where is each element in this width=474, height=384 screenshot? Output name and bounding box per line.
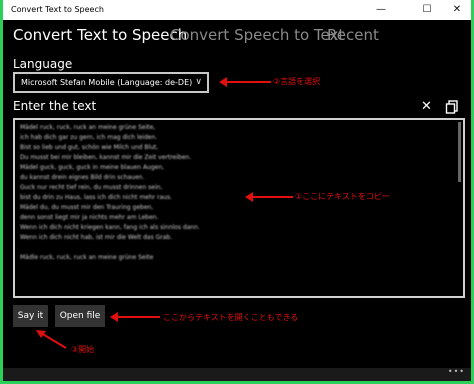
text-line: du kannst drein eignes Bild drin schauen… (20, 174, 145, 181)
text-line: Guck nur recht tief rein, du musst drinn… (20, 184, 163, 191)
text-line: Wenn ich dich nicht hab, ist mir die Wel… (20, 234, 173, 241)
text-line: Bist so lieb und gut, schön wie Milch un… (20, 144, 159, 151)
bottom-app-bar: ••• (3, 367, 471, 381)
annotation-diagonal-arrow (36, 330, 67, 349)
text-line: Mädel du, du musst mir den Trauring gebe… (20, 204, 154, 211)
tab-recent[interactable]: Recent (327, 25, 379, 45)
language-label: Language (13, 57, 73, 71)
tab-convert-speech-to-text[interactable]: Convert Speech to Text (170, 25, 344, 45)
annotation-copy-text: ①ここにテキストをコピー (295, 192, 390, 201)
text-line: Du musst bei mir bleiben, kannst mir die… (20, 154, 192, 161)
open-file-button[interactable]: Open file (55, 305, 105, 327)
annotation-arrow-line (116, 316, 160, 318)
text-line: Mädel ruck, ruck, ruck an meine grüne Se… (20, 124, 156, 131)
maximize-button[interactable]: ☐ (413, 0, 441, 20)
say-it-button[interactable]: Say it (13, 305, 48, 327)
annotation-arrow-line (251, 196, 293, 198)
text-input-area[interactable]: Mädel ruck, ruck, ruck an meine grüne Se… (13, 118, 465, 298)
window-title: Convert Text to Speech (11, 5, 104, 14)
text-line: bist du drin zu Haus, lass ich dich nich… (20, 194, 173, 201)
clear-text-icon[interactable]: ✕ (421, 100, 432, 114)
text-content: Mädel ruck, ruck, ruck an meine grüne Se… (20, 123, 458, 263)
text-line: Mädle ruck, ruck, ruck an meine grüne Se… (20, 254, 154, 261)
annotation-start: ③開始 (71, 345, 95, 354)
chevron-down-icon: ∨ (195, 77, 202, 87)
language-selected-value: Microsoft Stefan Mobile (Language: de-DE… (21, 78, 193, 87)
annotation-arrow-line (225, 81, 271, 83)
text-line (20, 243, 458, 253)
tab-convert-text-to-speech[interactable]: Convert Text to Speech (13, 25, 187, 45)
text-line: denn sonst liegt mir ja nichts mehr am L… (20, 214, 159, 221)
app-window: Convert Text to Speech — ☐ ✕ Convert Tex… (3, 0, 471, 381)
language-dropdown[interactable]: Microsoft Stefan Mobile (Language: de-DE… (13, 72, 209, 93)
title-bar: Convert Text to Speech — ☐ ✕ (3, 0, 471, 20)
text-line: Mädel guck, guck, guck in meine blauen A… (20, 164, 165, 171)
text-line: Wenn ich dich nicht kriegen kann, fang i… (20, 224, 200, 231)
text-scrollbar[interactable] (458, 122, 461, 182)
text-line: ich hab dich gar zu gern, ich mag dich l… (20, 134, 158, 141)
close-window-button[interactable]: ✕ (443, 0, 471, 20)
annotation-select-language: ②言語を選択 (273, 77, 321, 86)
more-options-icon[interactable]: ••• (448, 367, 465, 376)
minimize-button[interactable]: — (367, 0, 395, 20)
copy-icon[interactable] (445, 100, 459, 114)
annotation-open-file: ここからテキストを開くこともできる (163, 313, 299, 322)
enter-text-label: Enter the text (13, 99, 97, 113)
